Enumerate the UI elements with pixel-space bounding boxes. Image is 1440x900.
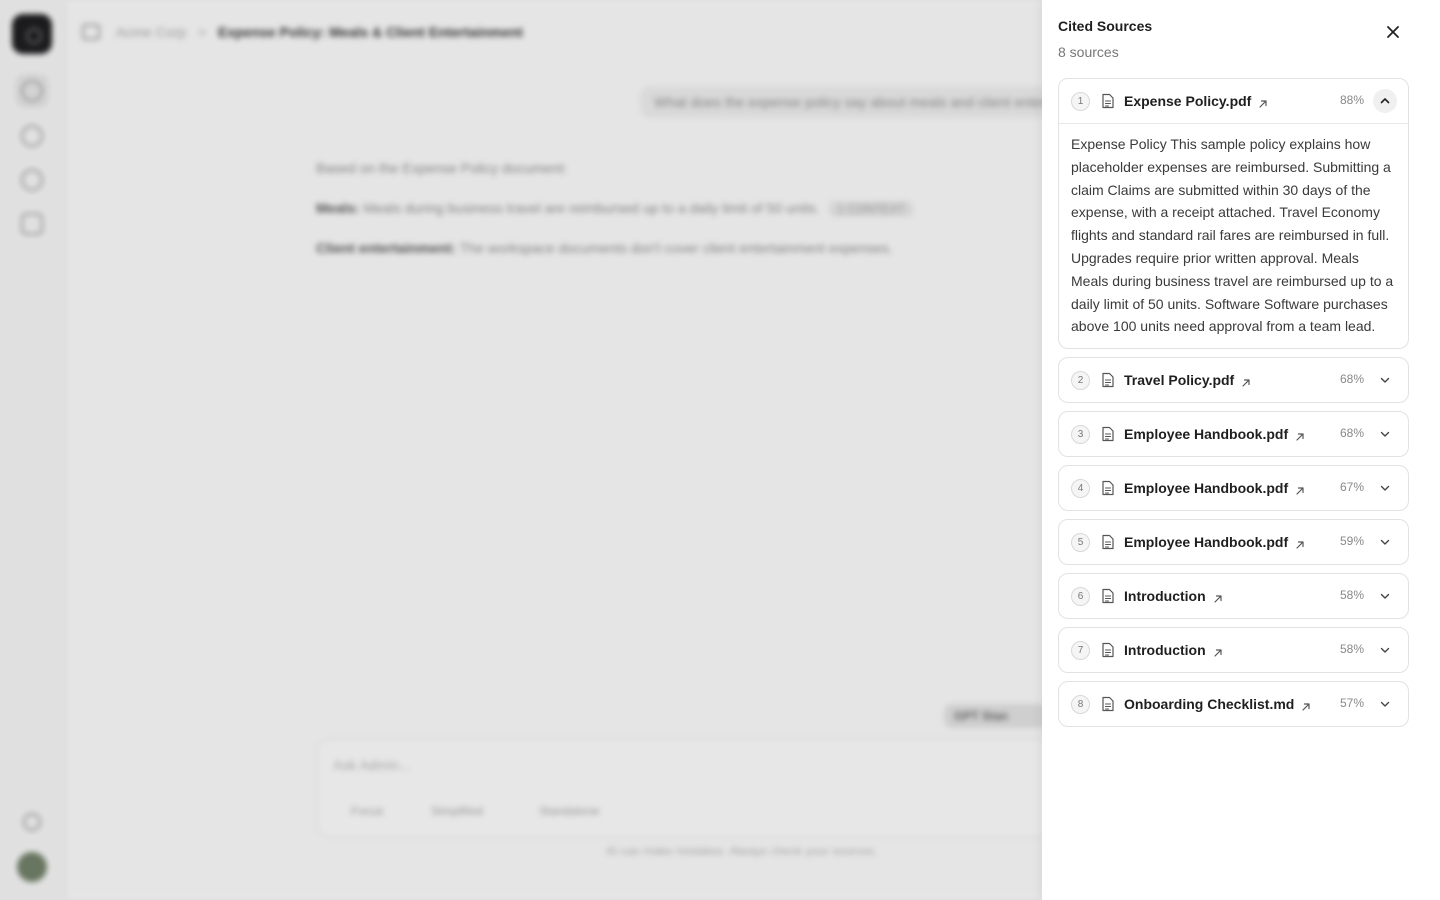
source-index-badge: 6: [1071, 586, 1090, 606]
source-index-badge: 1: [1071, 91, 1090, 111]
source-index-badge: 8: [1071, 694, 1090, 714]
document-icon: [1101, 372, 1115, 388]
relevance-score: 57%: [1339, 696, 1364, 711]
chevron-down-icon[interactable]: [1376, 587, 1394, 605]
source-card: 3 Employee Handbook.pdf 68%: [1058, 411, 1409, 458]
source-card: 7 Introduction 58%: [1058, 627, 1409, 674]
chevron-down-icon[interactable]: [1376, 371, 1394, 389]
source-name[interactable]: Employee Handbook.pdf: [1124, 426, 1288, 442]
source-index-badge: 4: [1071, 478, 1090, 498]
chevron-up-icon[interactable]: [1373, 89, 1397, 113]
external-link-icon[interactable]: [1213, 645, 1223, 657]
document-icon: [1101, 642, 1115, 658]
source-name[interactable]: Onboarding Checklist.md: [1124, 696, 1294, 712]
document-icon: [1101, 696, 1115, 712]
source-header[interactable]: 2 Travel Policy.pdf 68%: [1059, 358, 1408, 402]
source-count: 8 sources: [1058, 44, 1119, 60]
external-link-icon[interactable]: [1213, 591, 1223, 603]
external-link-icon[interactable]: [1295, 483, 1305, 495]
source-header[interactable]: 7 Introduction 58%: [1059, 628, 1408, 672]
chevron-down-icon[interactable]: [1376, 533, 1394, 551]
source-card: 1 Expense Policy.pdf 88% Expense Policy Thi…: [1058, 78, 1409, 350]
source-card: 2 Travel Policy.pdf 68%: [1058, 357, 1409, 404]
source-header[interactable]: 4 Employee Handbook.pdf 67%: [1059, 466, 1408, 510]
source-header[interactable]: 8 Onboarding Checklist.md 57%: [1059, 682, 1408, 726]
relevance-score: 58%: [1339, 642, 1364, 657]
source-name[interactable]: Employee Handbook.pdf: [1124, 534, 1288, 550]
source-index-badge: 7: [1071, 640, 1090, 660]
relevance-score: 59%: [1339, 534, 1364, 549]
panel-title: Cited Sources: [1058, 18, 1153, 34]
document-icon: [1101, 534, 1115, 550]
chevron-down-icon[interactable]: [1376, 641, 1394, 659]
external-link-icon[interactable]: [1295, 537, 1305, 549]
source-list: 1 Expense Policy.pdf 88% Expense Policy Thi…: [1058, 78, 1409, 735]
external-link-icon[interactable]: [1295, 429, 1305, 441]
relevance-score: 58%: [1339, 588, 1364, 603]
close-icon: [1387, 26, 1399, 38]
source-header[interactable]: 6 Introduction 58%: [1059, 574, 1408, 618]
chevron-down-icon[interactable]: [1376, 479, 1394, 497]
document-icon: [1101, 480, 1115, 496]
source-name[interactable]: Introduction: [1124, 588, 1206, 604]
source-card: 4 Employee Handbook.pdf 67%: [1058, 465, 1409, 512]
source-header[interactable]: 1 Expense Policy.pdf 88%: [1059, 79, 1408, 123]
source-header[interactable]: 3 Employee Handbook.pdf 68%: [1059, 412, 1408, 456]
relevance-score: 88%: [1339, 93, 1364, 107]
document-icon: [1101, 426, 1115, 442]
document-icon: [1101, 588, 1115, 604]
chevron-down-icon[interactable]: [1376, 695, 1394, 713]
cited-sources-panel: Cited Sources 8 sources 1 Expense Policy.…: [1042, 0, 1440, 900]
chevron-down-icon[interactable]: [1376, 425, 1394, 443]
relevance-score: 68%: [1339, 426, 1364, 441]
document-icon: [1101, 93, 1115, 109]
source-card: 6 Introduction 58%: [1058, 573, 1409, 620]
relevance-score: 67%: [1339, 480, 1364, 495]
source-name[interactable]: Employee Handbook.pdf: [1124, 480, 1288, 496]
source-card: 8 Onboarding Checklist.md 57%: [1058, 681, 1409, 728]
source-index-badge: 3: [1071, 424, 1090, 444]
close-button[interactable]: [1381, 20, 1405, 44]
source-name[interactable]: Expense Policy.pdf: [1124, 93, 1251, 109]
source-header[interactable]: 5 Employee Handbook.pdf 59%: [1059, 520, 1408, 564]
source-index-badge: 2: [1071, 370, 1090, 390]
source-card: 5 Employee Handbook.pdf 59%: [1058, 519, 1409, 566]
external-link-icon[interactable]: [1241, 375, 1251, 387]
relevance-score: 68%: [1339, 372, 1364, 387]
source-index-badge: 5: [1071, 532, 1090, 552]
external-link-icon[interactable]: [1301, 699, 1311, 711]
source-name[interactable]: Travel Policy.pdf: [1124, 372, 1234, 388]
source-name[interactable]: Introduction: [1124, 642, 1206, 658]
external-link-icon[interactable]: [1258, 96, 1268, 108]
source-excerpt: Expense Policy This sample policy explai…: [1059, 123, 1408, 348]
